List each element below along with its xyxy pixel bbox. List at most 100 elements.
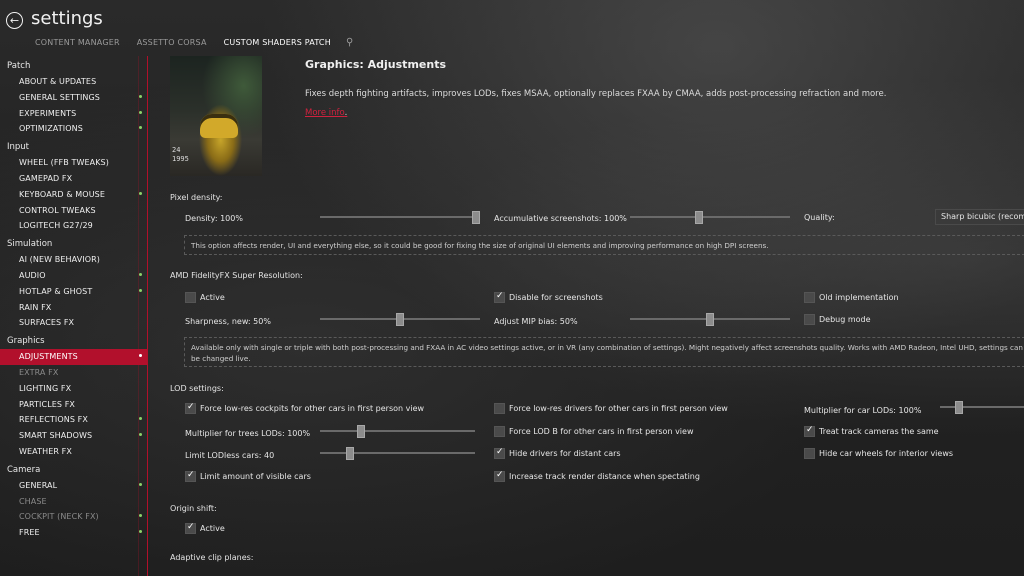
sidebar-item[interactable]: WEATHER FX — [0, 444, 147, 460]
more-info-period: . — [344, 108, 348, 118]
sidebar-item[interactable]: COCKPIT (NECK FX) — [0, 509, 147, 525]
main-content: 24 1995 Graphics: Adjustments Fixes dept… — [170, 56, 1024, 576]
thumb-text-1: 24 — [172, 146, 181, 154]
sidebar-item[interactable]: OPTIMIZATIONS — [0, 121, 147, 137]
sidebar-item-label: HOTLAP & GHOST — [19, 286, 93, 296]
fsr-active-checkbox[interactable] — [185, 292, 196, 303]
old-implementation-label: Old implementation — [819, 293, 899, 302]
sidebar-item[interactable]: SMART SHADOWS — [0, 428, 147, 444]
accum-screenshots-slider[interactable] — [630, 211, 790, 224]
sidebar-item[interactable]: FREE — [0, 525, 147, 541]
increase-track-checkbox[interactable] — [494, 470, 505, 482]
sidebar-item[interactable]: CONTROL TWEAKS — [0, 203, 147, 219]
sidebar-item-label: REFLECTIONS FX — [19, 415, 88, 425]
sharpness-slider[interactable] — [320, 313, 480, 326]
sidebar-item-label: WEATHER FX — [19, 446, 72, 456]
sidebar-item[interactable]: SURFACES FX — [0, 315, 147, 331]
sidebar-item[interactable]: REFLECTIONS FX — [0, 412, 147, 428]
more-info-link[interactable]: More info. — [305, 108, 347, 118]
disable-screenshots-checkbox[interactable] — [494, 291, 505, 303]
density-slider[interactable] — [320, 211, 480, 224]
sidebar-group-title: Simulation — [7, 239, 53, 250]
hide-drivers-checkbox[interactable] — [494, 447, 505, 459]
origin-shift-active-checkbox[interactable] — [185, 522, 196, 534]
origin-shift-title: Origin shift: — [170, 504, 217, 513]
sidebar-item-label: LOGITECH G27/29 — [19, 221, 93, 231]
sidebar-item[interactable]: GENERAL — [0, 478, 147, 494]
modified-dot-icon — [139, 530, 142, 534]
section-heading: Graphics: Adjustments — [305, 58, 447, 71]
clip-planes-title: Adaptive clip planes: — [170, 553, 254, 562]
quality-select[interactable]: Sharp bicubic (recommended) — [935, 209, 1024, 225]
sidebar-item-label: SURFACES FX — [19, 318, 75, 328]
car-lods-slider[interactable] — [940, 401, 1024, 414]
search-icon[interactable]: ⚲ — [346, 37, 353, 48]
hide-wheels-checkbox[interactable] — [804, 448, 815, 459]
sidebar-item[interactable]: ABOUT & UPDATES — [0, 74, 147, 90]
increase-track-label: Increase track render distance when spec… — [509, 472, 700, 481]
sidebar-item[interactable]: KEYBOARD & MOUSE — [0, 187, 147, 203]
sidebar-item[interactable]: GAMEPAD FX — [0, 171, 147, 187]
trees-lods-label: Multiplier for trees LODs: 100% — [185, 429, 311, 438]
sidebar-item-label: AI (NEW BEHAVIOR) — [19, 255, 101, 265]
sidebar-item[interactable]: CHASE — [0, 494, 147, 510]
sidebar-item[interactable]: ADJUSTMENTS — [0, 349, 147, 365]
tab-custom-shaders-patch[interactable]: CUSTOM SHADERS PATCH — [224, 38, 331, 47]
sidebar-item-label: ADJUSTMENTS — [19, 352, 78, 362]
thumb-text-2: 1995 — [172, 155, 189, 163]
car-image — [200, 114, 238, 138]
sidebar-item[interactable]: RAIN FX — [0, 300, 147, 316]
pixel-density-note: This option affects render, UI and every… — [184, 235, 1024, 255]
sidebar-item[interactable]: PARTICLES FX — [0, 397, 147, 413]
origin-shift-active-label: Active — [200, 524, 225, 533]
sidebar-item-label: AUDIO — [19, 270, 46, 280]
trees-lods-slider[interactable] — [320, 425, 475, 438]
debug-mode-checkbox[interactable] — [804, 314, 815, 325]
tab-assetto-corsa[interactable]: ASSETTO CORSA — [137, 38, 207, 47]
sidebar-item[interactable]: AI (NEW BEHAVIOR) — [0, 252, 147, 268]
tab-content-manager[interactable]: CONTENT MANAGER — [35, 38, 120, 47]
limit-visible-checkbox[interactable] — [185, 470, 196, 482]
sidebar-group-title: Camera — [7, 464, 41, 475]
track-cameras-checkbox[interactable] — [804, 425, 815, 437]
back-button[interactable]: ← — [6, 12, 23, 29]
more-info-text[interactable]: More info — [305, 108, 345, 118]
old-implementation-checkbox[interactable] — [804, 292, 815, 303]
car-lods-label: Multiplier for car LODs: 100% — [804, 406, 922, 415]
modified-dot-icon — [139, 110, 142, 114]
modified-dot-icon — [139, 417, 142, 421]
sidebar-group-title: Input — [7, 142, 30, 153]
sidebar-item-label: EXPERIMENTS — [19, 108, 77, 118]
fsr-title: AMD FidelityFX Super Resolution: — [170, 271, 303, 280]
modified-dot-icon — [139, 433, 142, 437]
disable-screenshots-label: Disable for screenshots — [509, 293, 603, 302]
sidebar-item[interactable]: AUDIO — [0, 268, 147, 284]
section-description: Fixes depth fighting artifacts, improves… — [305, 89, 887, 99]
sidebar-item-label: ABOUT & UPDATES — [19, 77, 97, 86]
force-cockpits-checkbox[interactable] — [185, 402, 196, 414]
sidebar-item-label: LIGHTING FX — [19, 383, 72, 393]
mip-bias-label: Adjust MIP bias: 50% — [494, 317, 578, 326]
sidebar-item-label: KEYBOARD & MOUSE — [19, 189, 105, 199]
sidebar-item-label: GAMEPAD FX — [19, 173, 73, 183]
sidebar-item[interactable]: WHEEL (FFB TWEAKS) — [0, 155, 147, 171]
force-lodb-checkbox[interactable] — [494, 426, 505, 437]
sidebar-item[interactable]: HOTLAP & GHOST — [0, 284, 147, 300]
sidebar-item[interactable]: GENERAL SETTINGS — [0, 90, 147, 106]
sidebar-item[interactable]: LIGHTING FX — [0, 381, 147, 397]
sidebar-item-label: GENERAL SETTINGS — [19, 92, 100, 102]
modified-dot-icon — [139, 191, 142, 195]
sidebar-item[interactable]: EXPERIMENTS — [0, 106, 147, 122]
force-drivers-checkbox[interactable] — [494, 403, 505, 414]
debug-mode-label: Debug mode — [819, 315, 871, 324]
lodless-slider[interactable] — [320, 447, 475, 460]
density-label: Density: 100% — [185, 214, 243, 223]
mip-bias-slider[interactable] — [630, 313, 790, 326]
sidebar: Patch ABOUT & UPDATES GENERAL SETTINGS EXPE… — [0, 56, 148, 576]
sidebar-item[interactable]: EXTRA FX — [0, 365, 147, 381]
sidebar-item-label: OPTIMIZATIONS — [19, 124, 83, 134]
sidebar-item[interactable]: LOGITECH G27/29 — [0, 218, 147, 234]
fsr-active-label: Active — [200, 293, 225, 302]
top-bar: ← settings CONTENT MANAGER ASSETTO CORSA… — [0, 0, 1024, 56]
sidebar-item-label: CONTROL TWEAKS — [19, 205, 96, 215]
